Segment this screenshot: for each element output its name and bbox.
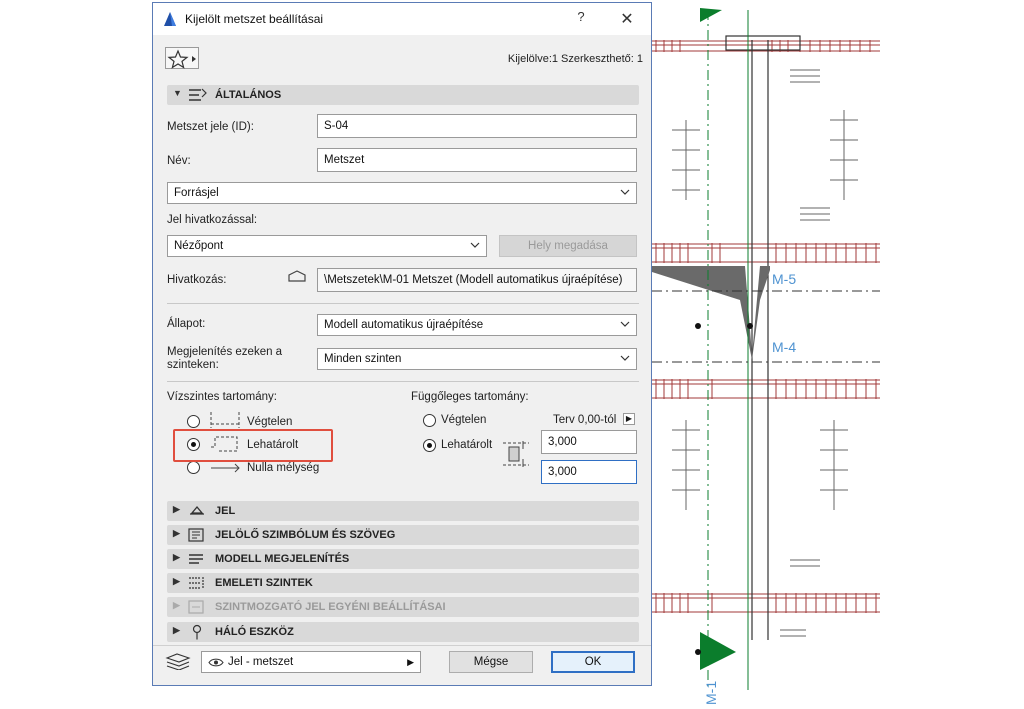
show-on-select[interactable]: Minden szinten [317,348,637,370]
marker-type-value: Forrásjel [174,187,219,199]
name-input[interactable]: Metszet [317,148,637,172]
expand-arrow-icon: ▶ [173,625,180,635]
section-label: EMELETI SZINTEK [215,577,313,589]
eye-icon [208,658,224,667]
section-label: SZINTMOZGATÓ JEL EGYÉNI BEÁLLÍTÁSAI [215,601,446,613]
expand-arrow-icon: ▶ [173,504,180,514]
section-level-marker-header: ▶ SZINTMOZGATÓ JEL EGYÉNI BEÁLLÍTÁSAI [167,597,639,617]
marker-icon [190,505,204,515]
vertical-reference-label: Terv 0,00-tól [553,414,617,426]
section-marker-header[interactable]: ▶ JEL [167,501,639,521]
star-icon [167,49,196,69]
archicad-app-icon [164,12,176,26]
layer-select[interactable]: Jel - metszet ▶ [201,651,421,673]
layer-value: Jel - metszet [228,656,294,668]
section-label: JELÖLŐ SZIMBÓLUM ÉS SZÖVEG [215,529,396,541]
link-label: Hivatkozás: [167,274,227,286]
link-field: \Metszetek\M-01 Metszet (Modell automati… [317,268,637,292]
status-select[interactable]: Modell automatikus újraépítése [317,314,637,336]
grid-label-m5: M-5 [772,271,796,287]
expand-arrow-icon: ▶ [173,528,180,538]
slab-ticks [655,40,877,613]
name-label: Név: [167,155,191,167]
expand-arrow-icon: ▶ [173,600,180,610]
show-on-label: Megjelenítés ezeken a szinteken: [167,346,283,371]
chevron-down-icon [620,355,630,361]
ref-label: Jel hivatkozással: [167,214,258,226]
model-display-icon [189,554,203,564]
level-marker-icon [188,600,204,614]
axis-lines [652,10,880,690]
chevron-down-icon [470,242,480,248]
layers-icon [165,653,191,670]
favorites-button[interactable] [165,47,199,69]
expand-arrow-icon: ▶ [173,552,180,562]
hatch-details [672,69,858,637]
infinite-range-icon [210,412,240,428]
section-grid-tool-header[interactable]: ▶ HÁLÓ ESZKÖZ [167,622,639,642]
expand-arrow-icon: ▶ [173,576,180,586]
cancel-button[interactable]: Mégse [449,651,533,673]
section-label: MODELL MEGJELENÍTÉS [215,553,350,565]
ref-select[interactable]: Nézőpont [167,235,487,257]
title-bar[interactable]: Kijelölt metszet beállításai ? ✕ [153,3,651,35]
chevron-down-icon [620,321,630,327]
show-on-value: Minden szinten [324,353,402,365]
marker-type-select[interactable]: Forrásjel [167,182,637,204]
section-general-header[interactable]: ▼ ÁLTALÁNOS [167,85,639,105]
section-label: HÁLÓ ESZKÖZ [215,626,294,638]
chevron-down-icon [620,189,630,195]
divider [167,381,639,382]
section-model-display-header[interactable]: ▶ MODELL MEGJELENÍTÉS [167,549,639,569]
id-input[interactable]: S-04 [317,114,637,138]
section-settings-dialog: Kijelölt metszet beállításai ? ✕ Kijelöl… [152,2,652,686]
section-view-icon [288,270,306,282]
selection-info: Kijelölve:1 Szerkeszthető: 1 [507,53,643,65]
grid-label-m4: M-4 [772,339,796,355]
horizontal-option-zero: Nulla mélység [247,462,320,474]
section-stories-header[interactable]: ▶ EMELETI SZINTEK [167,573,639,593]
axis-dots [695,323,753,655]
id-label: Metszet jele (ID): [167,121,254,133]
status-value: Modell automatikus újraépítése [324,319,484,331]
section-symbol-text-header[interactable]: ▶ JELÖLŐ SZIMBÓLUM ÉS SZÖVEG [167,525,639,545]
close-button[interactable]: ✕ [615,9,639,29]
divider [167,303,639,304]
dropdown-arrow-icon: ▶ [407,657,414,667]
footer-divider [153,645,651,646]
vertical-bottom-input[interactable]: 3,000 [541,460,637,484]
radio-horizontal-zero[interactable] [187,461,200,474]
highlight-box [173,429,333,462]
vertical-option-limited: Lehatárolt [441,439,493,451]
radio-vertical-infinite[interactable] [423,414,436,427]
symbol-text-icon [188,528,204,542]
stories-icon [189,577,204,589]
status-label: Állapot: [167,318,206,330]
ref-value: Nézőpont [174,240,224,252]
section-label: JEL [215,505,236,517]
section-general-label: ÁLTALÁNOS [215,89,282,101]
radio-horizontal-infinite[interactable] [187,415,200,428]
grid-label-m1: M-1 [703,681,719,705]
wall-column [725,35,801,640]
set-location-button[interactable]: Hely megadása [499,235,637,257]
collapse-arrow-icon: ▼ [173,88,182,98]
horizontal-range-title: Vízszintes tartomány: [167,391,277,403]
dialog-title: Kijelölt metszet beállításai [185,12,324,26]
vertical-option-infinite: Végtelen [441,414,487,426]
general-settings-icon [189,88,207,101]
radio-vertical-limited[interactable] [423,439,436,452]
reference-dropdown-button[interactable]: ▶ [623,413,635,425]
grid-tool-icon [192,624,202,640]
section-markers [700,8,736,670]
help-button[interactable]: ? [569,9,593,29]
vertical-top-input[interactable]: 3,000 [541,430,637,454]
vertical-limit-icon [503,441,529,467]
ok-button[interactable]: OK [551,651,635,673]
vertical-range-title: Függőleges tartomány: [411,391,529,403]
horizontal-option-infinite: Végtelen [247,416,293,428]
